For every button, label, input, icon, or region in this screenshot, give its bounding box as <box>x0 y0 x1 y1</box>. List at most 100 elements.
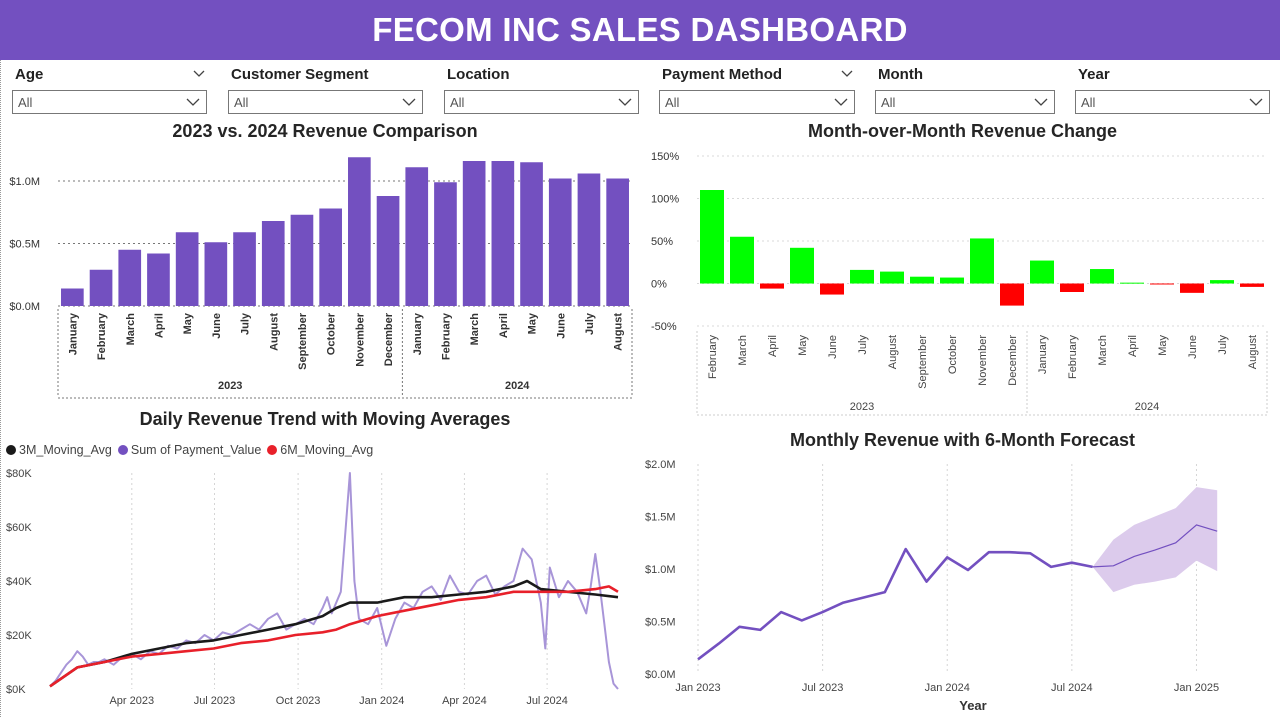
mom-bar <box>1120 282 1144 284</box>
mom-bar <box>880 271 904 284</box>
x-tick-label: June <box>827 335 839 359</box>
x-tick-label: August <box>1247 335 1259 369</box>
mom-bar <box>1150 283 1174 285</box>
x-tick-label: May <box>182 312 194 334</box>
y-tick-label: 0% <box>651 279 667 291</box>
chevron-down-icon[interactable] <box>193 67 205 79</box>
mom-bar <box>1090 269 1114 284</box>
x-tick-label: October <box>947 335 959 374</box>
x-tick-label: Jan 2025 <box>1174 682 1219 694</box>
legend-item: Sum of Payment_Value <box>117 443 262 457</box>
revenue-bar <box>548 178 572 306</box>
mom-bar <box>850 269 874 284</box>
mom-bar <box>1000 283 1024 306</box>
x-tick-label: Jan 2024 <box>359 695 404 707</box>
chevron-down-icon <box>618 98 632 106</box>
filter-dropdown[interactable]: All <box>228 90 423 114</box>
x-tick-label: September <box>917 335 929 389</box>
filter-month[interactable]: Month All <box>875 62 1055 118</box>
filter-dropdown[interactable]: All <box>444 90 639 114</box>
x-tick-label: July <box>240 312 252 335</box>
daily-trend-legend: 3M_Moving_Avg Sum of Payment_Value 6M_Mo… <box>6 443 379 457</box>
daily-trend-chart: $0K $20K $40K $60K $80K Apr 2023 Jul 2023 Oct 2… <box>6 468 619 707</box>
x-tick-label: Jul 2023 <box>802 682 844 694</box>
filter-label: Year <box>1078 66 1110 83</box>
filter-label: Customer Segment <box>231 66 369 83</box>
filter-dropdown[interactable]: All <box>875 90 1055 114</box>
revenue-bar <box>348 157 371 306</box>
y-tick-label: $0.5M <box>645 617 676 629</box>
group-label: 2024 <box>1135 401 1159 413</box>
y-tick-label: $1.5M <box>645 512 676 524</box>
filter-label: Month <box>878 66 923 83</box>
filter-label: Location <box>447 66 510 83</box>
chevron-down-icon <box>402 98 416 106</box>
filter-dropdown[interactable]: All <box>12 90 207 114</box>
mom-bar <box>760 283 784 289</box>
x-tick-label: February <box>440 312 452 360</box>
revenue-bar <box>405 167 429 306</box>
mom-bar <box>1030 260 1054 284</box>
x-tick-label: March <box>469 313 481 346</box>
legend-item: 6M_Moving_Avg <box>267 443 373 457</box>
x-tick-label: Jan 2024 <box>925 682 970 694</box>
revenue-bar <box>319 208 342 306</box>
x-tick-label: October <box>326 312 338 355</box>
x-tick-label: Jan 2023 <box>675 682 720 694</box>
revenue-bar <box>261 221 285 306</box>
y-tick-label: $2.0M <box>645 459 676 471</box>
x-tick-label: September <box>297 312 309 370</box>
filter-customer-segment[interactable]: Customer Segment All <box>228 62 423 118</box>
filter-value: All <box>18 95 33 110</box>
y-tick-label: $0.5M <box>9 239 40 251</box>
legend-label: 3M_Moving_Avg <box>19 443 112 457</box>
chevron-down-icon[interactable] <box>841 67 853 79</box>
y-tick-label: $60K <box>6 522 32 534</box>
filter-year[interactable]: Year All <box>1075 62 1270 118</box>
actual-revenue-line <box>697 547 1093 661</box>
legend-label: Sum of Payment_Value <box>130 443 262 457</box>
x-tick-label: Jul 2024 <box>526 695 568 707</box>
forecast-confidence-band <box>1092 487 1218 593</box>
revenue-comparison-title: 2023 vs. 2024 Revenue Comparison <box>172 121 478 141</box>
mom-bar <box>820 283 844 295</box>
filter-location[interactable]: Location All <box>444 62 639 118</box>
group-label: 2023 <box>850 401 874 413</box>
filter-payment-method[interactable]: Payment Method All <box>659 62 855 118</box>
revenue-comparison-chart: $0.0M $0.5M $1.0M January February March April… <box>9 157 633 399</box>
x-tick-label: March <box>125 313 137 346</box>
x-tick-label: January <box>67 312 79 355</box>
legend-label: 6M_Moving_Avg <box>280 443 374 457</box>
mom-bar <box>970 238 994 284</box>
y-tick-label: $80K <box>6 468 32 480</box>
x-tick-label: Apr 2024 <box>442 695 487 707</box>
chevron-down-icon <box>834 98 848 106</box>
x-tick-label: Jul 2023 <box>194 695 236 707</box>
mom-bar <box>700 190 724 284</box>
filter-dropdown[interactable]: All <box>659 90 855 114</box>
y-tick-label: $20K <box>6 630 32 642</box>
filter-age[interactable]: Age All <box>12 62 207 118</box>
x-tick-label: January <box>1037 335 1049 375</box>
x-tick-label: April <box>767 335 779 357</box>
legend-dot <box>117 445 128 455</box>
x-tick-label: January <box>412 312 424 355</box>
x-tick-label: December <box>1007 335 1019 386</box>
x-tick-label: August <box>613 313 625 351</box>
forecast-chart: $0.0M $0.5M $1.0M $1.5M $2.0M Jan 2023 Jul 202… <box>645 459 1219 713</box>
revenue-bar <box>434 182 457 306</box>
mom-bar <box>1240 283 1264 287</box>
mom-bar <box>790 247 814 284</box>
x-tick-label: Oct 2023 <box>276 695 321 707</box>
x-tick-label: February <box>1067 335 1079 380</box>
filter-dropdown[interactable]: All <box>1075 90 1270 114</box>
y-tick-label: $0.0M <box>9 301 40 313</box>
revenue-bar <box>491 161 515 306</box>
x-tick-label: February <box>707 335 719 380</box>
filter-value: All <box>881 95 896 110</box>
revenue-bar <box>61 288 84 306</box>
x-tick-label: April <box>498 313 510 338</box>
x-tick-label: March <box>737 335 749 366</box>
revenue-bar <box>290 214 314 306</box>
x-tick-label: July <box>1217 335 1229 355</box>
